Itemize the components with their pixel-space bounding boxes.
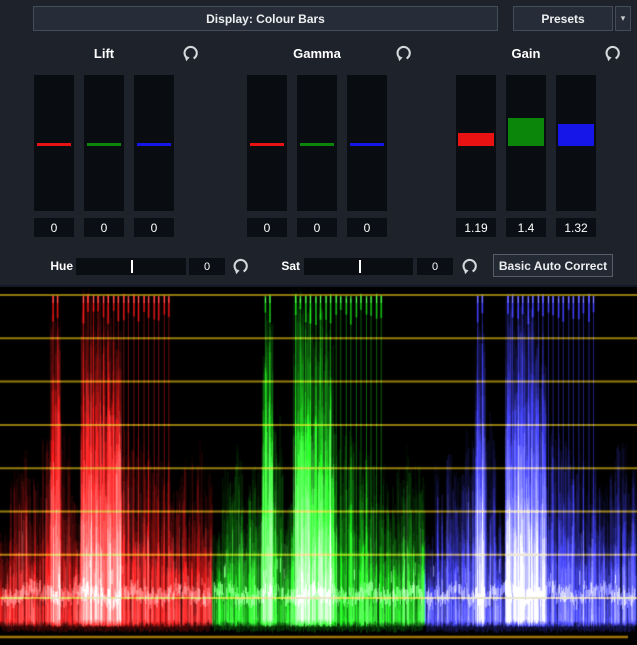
reset-icon [182,44,200,62]
sat-reset-button[interactable] [461,257,479,275]
gamma-red-slider[interactable] [247,75,287,211]
display-mode-button[interactable]: Display: Colour Bars [33,6,498,31]
gamma-red-value[interactable]: 0 [247,218,287,237]
gain-blue-value[interactable]: 1.32 [556,218,596,237]
gamma-reset-button[interactable] [395,44,413,62]
gain-title: Gain [456,46,596,62]
gamma-red-handle[interactable] [250,143,284,146]
gamma-blue-handle[interactable] [350,143,384,146]
reset-icon [604,44,622,62]
gamma-blue-value[interactable]: 0 [347,218,387,237]
basic-auto-correct-button[interactable]: Basic Auto Correct [493,254,613,277]
gain-red-handle[interactable] [458,133,494,146]
hue-slider-handle[interactable] [131,260,133,273]
sat-slider[interactable] [304,258,413,275]
hue-label: Hue [40,259,73,273]
lift-green-value[interactable]: 0 [84,218,124,237]
gain-blue-slider[interactable] [556,75,596,211]
gamma-blue-slider[interactable] [347,75,387,211]
lift-green-slider[interactable] [84,75,124,211]
sat-slider-handle[interactable] [359,260,361,273]
chevron-down-icon: ▾ [621,13,626,24]
presets-button[interactable]: Presets [513,6,613,31]
lift-green-handle[interactable] [87,143,121,146]
rgb-parade-waveform [0,285,637,645]
gain-red-slider[interactable] [456,75,496,211]
lift-blue-value[interactable]: 0 [134,218,174,237]
gain-reset-button[interactable] [604,44,622,62]
gain-green-value[interactable]: 1.4 [506,218,546,237]
reset-icon [232,257,250,275]
gain-green-slider[interactable] [506,75,546,211]
reset-icon [395,44,413,62]
lift-section: Lift 0 0 0 [34,46,174,62]
lift-red-handle[interactable] [37,143,71,146]
gain-green-handle[interactable] [508,118,544,146]
lift-red-value[interactable]: 0 [34,218,74,237]
presets-dropdown-button[interactable]: ▾ [615,6,631,31]
gamma-title: Gamma [247,46,387,62]
lift-title: Lift [34,46,174,62]
lift-blue-handle[interactable] [137,143,171,146]
lift-reset-button[interactable] [182,44,200,62]
hue-slider[interactable] [76,258,186,275]
reset-icon [461,257,479,275]
waveform-canvas [0,287,637,645]
gamma-green-slider[interactable] [297,75,337,211]
lift-red-slider[interactable] [34,75,74,211]
gain-red-value[interactable]: 1.19 [456,218,496,237]
gain-section: Gain 1.19 1.4 1.32 [456,46,596,62]
hue-reset-button[interactable] [232,257,250,275]
lift-blue-slider[interactable] [134,75,174,211]
gamma-section: Gamma 0 0 0 [247,46,387,62]
gain-blue-handle[interactable] [558,124,594,146]
gamma-green-handle[interactable] [300,143,334,146]
gamma-green-value[interactable]: 0 [297,218,337,237]
controls-panel: Display: Colour Bars Presets ▾ Lift 0 0 … [0,0,637,285]
sat-value[interactable]: 0 [417,258,453,275]
hue-value[interactable]: 0 [189,258,225,275]
colour-correction-panel: Display: Colour Bars Presets ▾ Lift 0 0 … [0,0,637,645]
sat-label: Sat [272,259,300,273]
